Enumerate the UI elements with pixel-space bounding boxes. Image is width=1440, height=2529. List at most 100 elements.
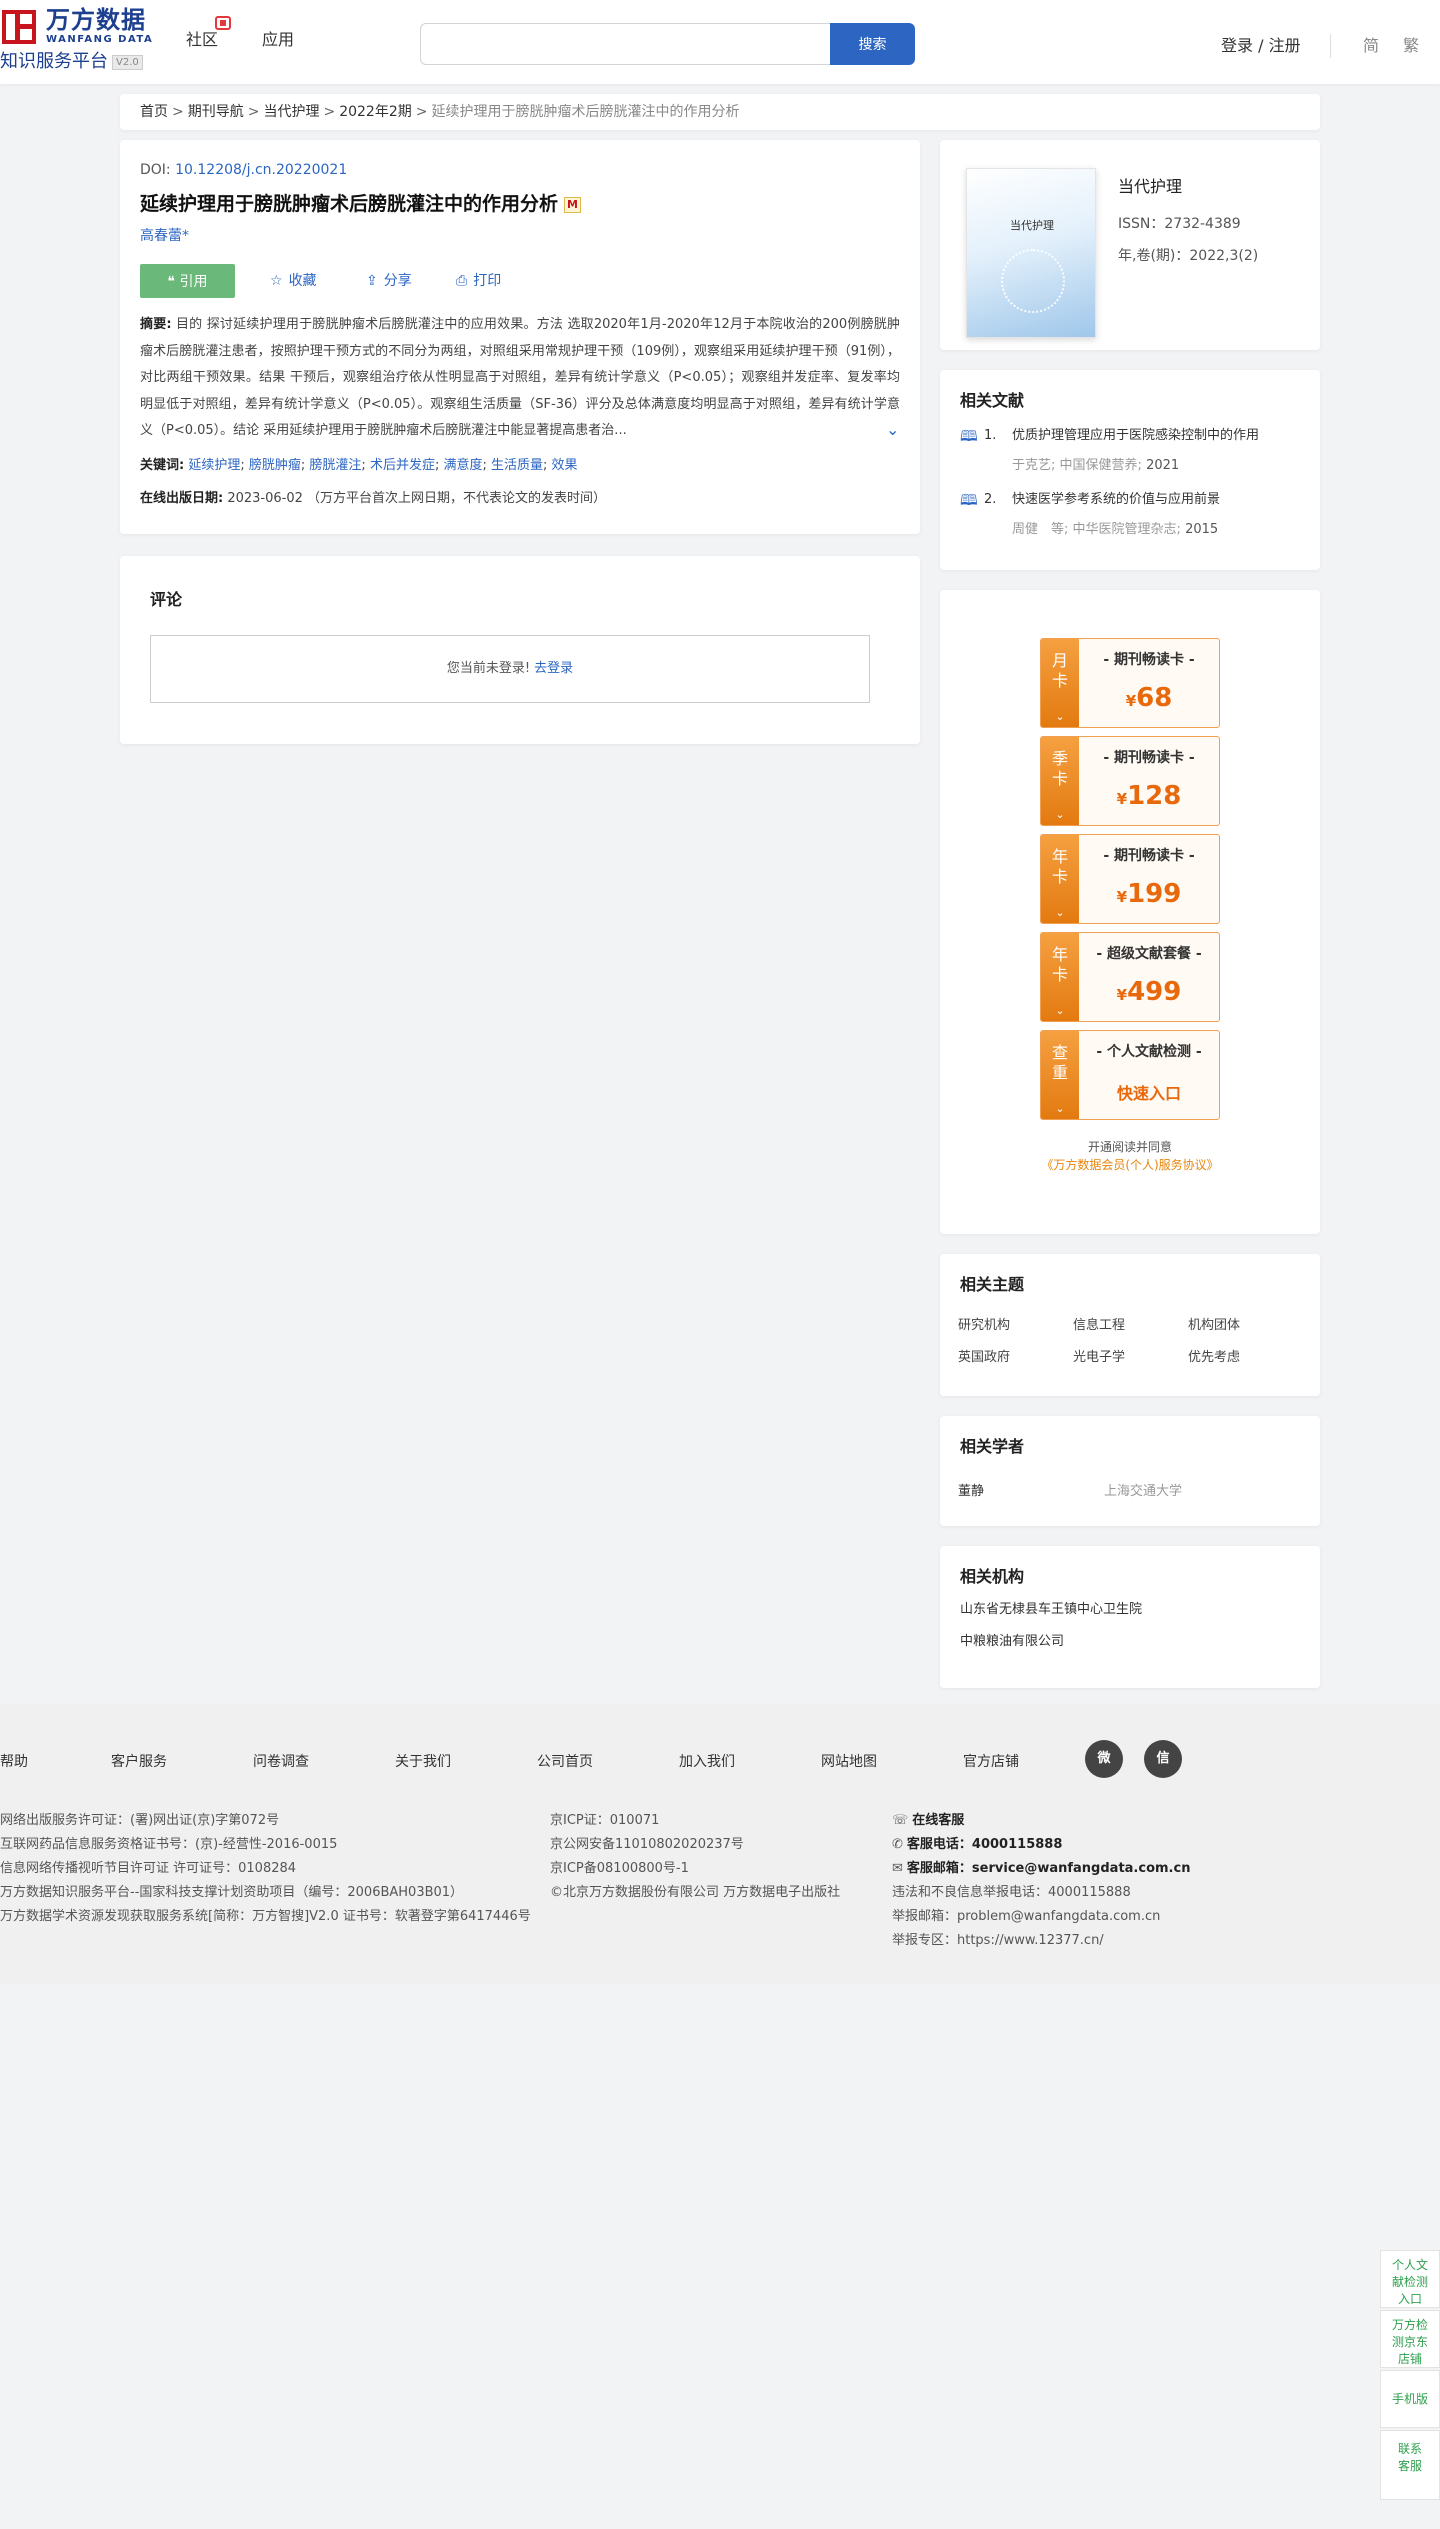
- keyword-link[interactable]: 效果: [552, 458, 578, 473]
- footer-link-sitemap[interactable]: 网站地图: [821, 1752, 877, 1772]
- float-jd-store[interactable]: 万方检测京东店铺: [1380, 2310, 1440, 2368]
- topic-link[interactable]: 信息工程: [1073, 1316, 1125, 1336]
- lang-traditional[interactable]: 繁: [1403, 35, 1419, 57]
- lang-simplified[interactable]: 简: [1363, 35, 1379, 57]
- vip-card-monthly[interactable]: 月卡 ⌄ - 期刊畅读卡 - ¥68: [1040, 638, 1220, 728]
- keyword-link[interactable]: 膀胱灌注: [309, 458, 361, 473]
- yen-sign: ¥: [1116, 888, 1128, 906]
- expand-chevron-icon[interactable]: ⌄: [886, 422, 899, 438]
- wechat-icon[interactable]: 信: [1144, 1740, 1182, 1778]
- related-doc-author[interactable]: 周健 等;: [1012, 522, 1068, 537]
- doi-line: DOI: 10.12208/j.cn.20220021: [140, 160, 900, 180]
- favorite-button[interactable]: ☆ 收藏: [270, 271, 317, 291]
- favorite-label: 收藏: [288, 273, 317, 289]
- scholar-name[interactable]: 董静: [958, 1480, 984, 1499]
- related-doc-author[interactable]: 于克艺;: [1012, 458, 1055, 473]
- membership-card-panel: 月卡 ⌄ - 期刊畅读卡 - ¥68 季卡 ⌄ - 期刊畅读卡 - ¥128 年…: [940, 590, 1320, 1234]
- author-link[interactable]: 高春蕾*: [140, 226, 900, 246]
- related-scholars-card: 相关学者 董静 上海交通大学: [940, 1416, 1320, 1526]
- footer-link-store[interactable]: 官方店铺: [963, 1752, 1019, 1772]
- share-label: 分享: [383, 273, 412, 289]
- related-doc-source[interactable]: 中华医院管理杂志;: [1073, 522, 1181, 537]
- print-button[interactable]: ⎙ 打印: [456, 271, 501, 291]
- vip-card-super-package[interactable]: 年卡 ⌄ - 超级文献套餐 - ¥499: [1040, 932, 1220, 1022]
- search-input[interactable]: [420, 23, 830, 65]
- scholar-org[interactable]: 上海交通大学: [1104, 1480, 1182, 1499]
- related-doc-source[interactable]: 中国保健营养;: [1060, 458, 1142, 473]
- vip-card-yearly[interactable]: 年卡 ⌄ - 期刊畅读卡 - ¥199: [1040, 834, 1220, 924]
- org-link[interactable]: 中粮粮油有限公司: [960, 1632, 1300, 1652]
- double-down-icon: ⌄: [1055, 906, 1065, 919]
- weibo-icon[interactable]: 微: [1085, 1740, 1123, 1778]
- vip-card-name: - 超级文献套餐 -: [1096, 946, 1202, 962]
- footer-link-about[interactable]: 关于我们: [395, 1752, 451, 1772]
- logo-text-en: WANFANG DATA: [46, 34, 154, 45]
- footer-license: 信息网络传播视听节目许可证 许可证号：0108284: [0, 1861, 297, 1876]
- search-button[interactable]: 搜索: [830, 23, 915, 65]
- float-mobile[interactable]: 手机版: [1380, 2370, 1440, 2428]
- footer-icp[interactable]: 京ICP证：010071: [550, 1812, 659, 1830]
- related-docs-title: 相关文献: [960, 391, 1025, 410]
- footer-link-service[interactable]: 客户服务: [111, 1752, 167, 1772]
- related-doc-title[interactable]: 优质护理管理应用于医院感染控制中的作用: [1012, 426, 1300, 446]
- topic-link[interactable]: 光电子学: [1073, 1348, 1125, 1368]
- service-email: ✉ 客服邮箱：service@wanfangdata.com.cn: [892, 1860, 1190, 1878]
- vip-card-plagiarism-check[interactable]: 查重 ⌄ - 个人文献检测 - 快速入口: [1040, 1030, 1220, 1120]
- footer-link-survey[interactable]: 问卷调查: [253, 1752, 309, 1772]
- related-topics-card: 相关主题 研究机构 信息工程 机构团体 英国政府 光电子学 优先考虑: [940, 1254, 1320, 1396]
- report-zone[interactable]: 举报专区：https://www.12377.cn/: [892, 1932, 1104, 1950]
- keyword-link[interactable]: 膀胱肿瘤: [249, 458, 301, 473]
- service-email-value[interactable]: service@wanfangdata.com.cn: [972, 1861, 1191, 1876]
- footer-link-help[interactable]: 帮助: [0, 1752, 28, 1772]
- cite-button[interactable]: ❝ 引用: [140, 264, 235, 298]
- breadcrumb-home[interactable]: 首页: [140, 104, 168, 120]
- breadcrumb-issue[interactable]: 2022年2期: [339, 104, 412, 120]
- keyword-link[interactable]: 延续护理: [188, 458, 240, 473]
- keyword-link[interactable]: 满意度: [443, 458, 482, 473]
- related-doc-title[interactable]: 快速医学参考系统的价值与应用前景: [1012, 490, 1300, 510]
- topic-link[interactable]: 研究机构: [958, 1316, 1010, 1336]
- breadcrumb-separator: >: [247, 104, 260, 120]
- footer-license: 网络出版服务许可证：(署)网出证(京)字第072号: [0, 1813, 280, 1828]
- journal-name[interactable]: 当代护理: [1118, 176, 1182, 198]
- star-icon: ☆: [270, 273, 283, 289]
- double-down-icon: ⌄: [1055, 1102, 1065, 1115]
- related-docs-card: 相关文献 🕮 1. 优质护理管理应用于医院感染控制中的作用 于克艺; 中国保健营…: [940, 370, 1320, 570]
- footer-link-join[interactable]: 加入我们: [679, 1752, 735, 1772]
- comment-login-link[interactable]: 去登录: [534, 661, 573, 676]
- online-service-link[interactable]: ☏ 在线客服: [892, 1812, 964, 1830]
- doi-link[interactable]: 10.12208/j.cn.20220021: [175, 162, 347, 178]
- pubdate-note: （万方平台首次上网日期，不代表论文的发表时间）: [307, 491, 607, 506]
- topic-link[interactable]: 优先考虑: [1188, 1348, 1240, 1368]
- vip-side-text: 月卡: [1052, 651, 1069, 690]
- related-orgs-title: 相关机构: [960, 1567, 1025, 1586]
- service-phone: ✆ 客服电话：4000115888: [892, 1836, 1062, 1854]
- breadcrumb-journal[interactable]: 当代护理: [263, 104, 319, 120]
- footer-icp[interactable]: 京ICP备08100800号-1: [550, 1860, 689, 1878]
- agreement-link[interactable]: 《万方数据会员(个人)服务协议》: [940, 1156, 1320, 1174]
- topic-link[interactable]: 机构团体: [1188, 1316, 1240, 1336]
- abstract-text: 目的 探讨延续护理用于膀胱肿瘤术后膀胱灌注中的应用效果。方法 选取2020年1月…: [140, 317, 900, 438]
- vip-price-value: 68: [1136, 683, 1173, 713]
- footer-link-company[interactable]: 公司首页: [537, 1752, 593, 1772]
- journal-cover[interactable]: 当代护理: [966, 168, 1096, 338]
- wanfang-logo[interactable]: 万方数据 WANFANG DATA 知识服务平台 V2.0: [0, 6, 160, 74]
- double-down-icon: ⌄: [1055, 710, 1065, 723]
- vip-quick-entry: 快速入口: [1116, 1084, 1181, 1103]
- vip-card-quarterly[interactable]: 季卡 ⌄ - 期刊畅读卡 - ¥128: [1040, 736, 1220, 826]
- comment-login-box: 您当前未登录! 去登录: [150, 635, 870, 703]
- login-register-link[interactable]: 登录 / 注册: [1221, 35, 1301, 57]
- share-button[interactable]: ⇪ 分享: [366, 271, 412, 291]
- float-contact[interactable]: 联系客服: [1380, 2430, 1440, 2500]
- printer-icon: ⎙: [456, 273, 468, 289]
- footer-icp[interactable]: 京公网安备11010802020237号: [550, 1836, 744, 1854]
- float-plagiarism-entry[interactable]: 个人文献检测入口: [1380, 2250, 1440, 2308]
- org-link[interactable]: 山东省无棣县车王镇中心卫生院: [960, 1600, 1300, 1620]
- breadcrumb-journal-nav[interactable]: 期刊导航: [188, 104, 244, 120]
- vip-price-value: 128: [1127, 781, 1182, 811]
- topic-link[interactable]: 英国政府: [958, 1348, 1010, 1368]
- keyword-link[interactable]: 生活质量: [491, 458, 543, 473]
- keyword-link[interactable]: 术后并发症: [370, 458, 435, 473]
- nav-community[interactable]: 社区: [186, 29, 218, 51]
- nav-apps[interactable]: 应用: [262, 29, 294, 51]
